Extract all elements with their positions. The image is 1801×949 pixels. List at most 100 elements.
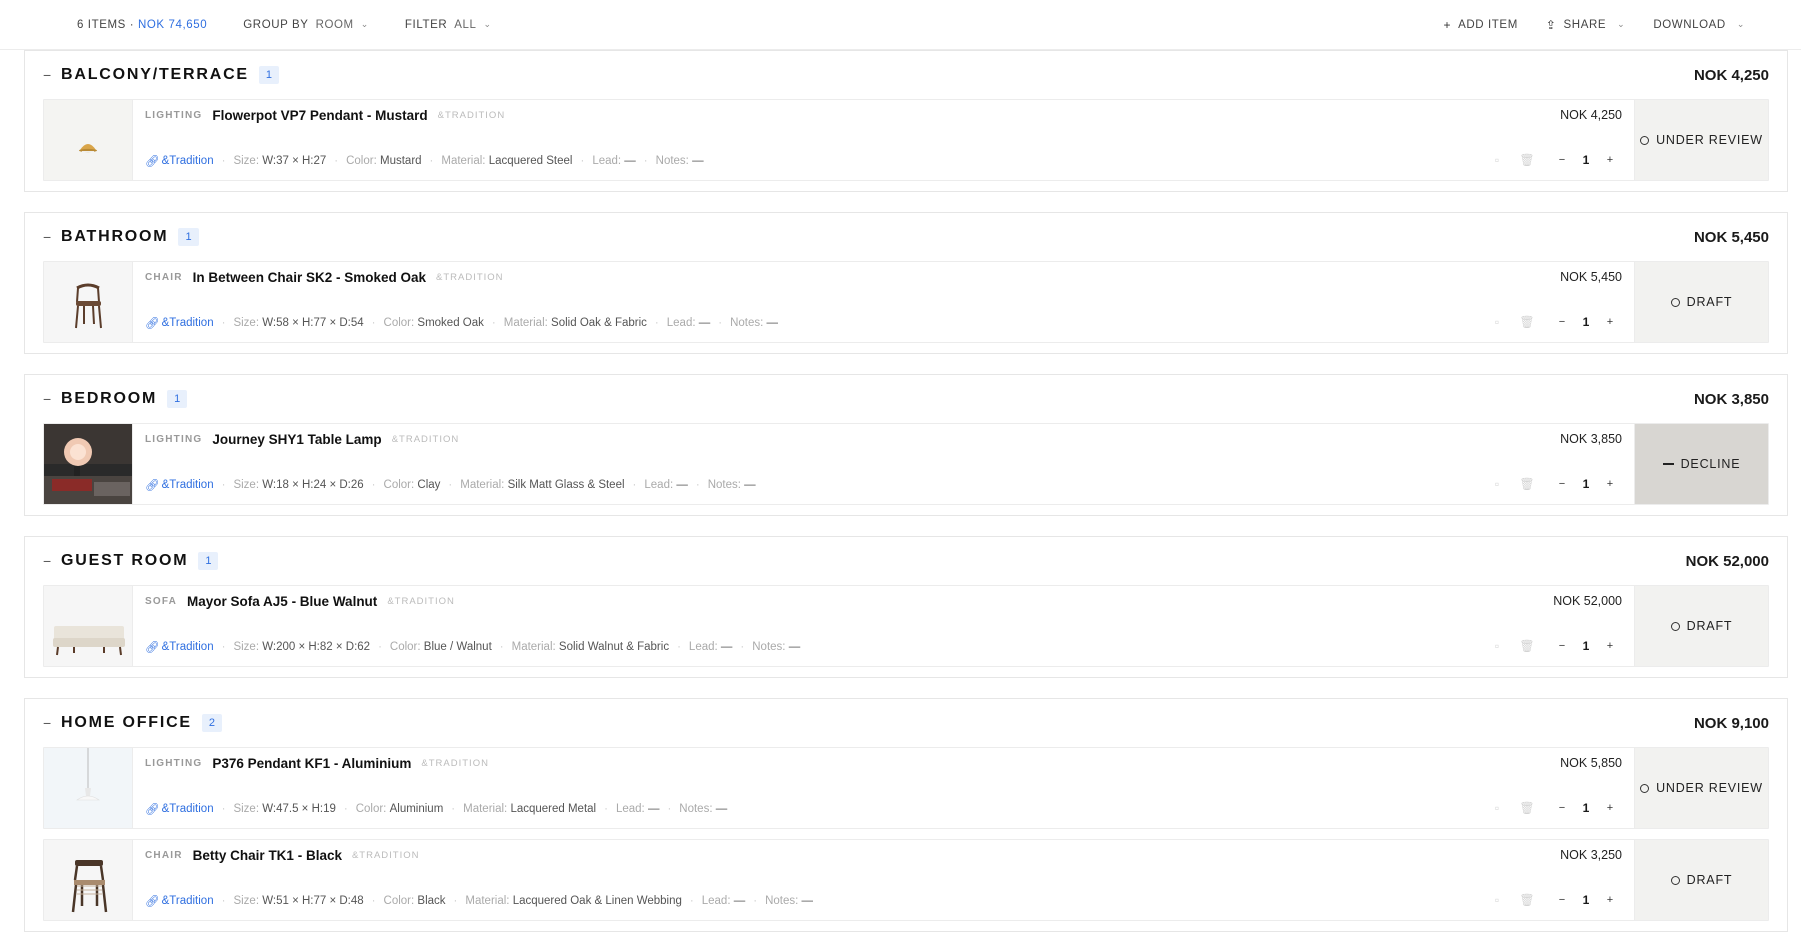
product-thumbnail[interactable] bbox=[44, 840, 133, 920]
brand-link[interactable]: 🔗︎ &Tradition bbox=[145, 316, 214, 330]
brand-link[interactable]: 🔗︎ &Tradition bbox=[145, 894, 214, 908]
decrement-button[interactable]: − bbox=[1550, 796, 1574, 820]
collapse-icon[interactable]: − bbox=[43, 229, 61, 245]
share-button[interactable]: ⇪ SHARE ⌄ bbox=[1546, 18, 1625, 32]
brand-link[interactable]: 🔗︎ &Tradition bbox=[145, 478, 214, 492]
group-by-dropdown[interactable]: GROUP BY ROOM ⌄ bbox=[243, 19, 369, 31]
decrement-button[interactable]: − bbox=[1550, 472, 1574, 496]
image-icon[interactable]: ▫ bbox=[1482, 153, 1512, 167]
room-header[interactable]: − BATHROOM 1 NOK 5,450 bbox=[25, 213, 1787, 261]
room-count-badge: 1 bbox=[258, 66, 280, 84]
brand-link[interactable]: 🔗︎ &Tradition bbox=[145, 802, 214, 816]
room-total: NOK 5,450 bbox=[1693, 228, 1769, 246]
status-button[interactable]: UNDER REVIEW bbox=[1634, 748, 1768, 828]
filter-dropdown[interactable]: FILTER ALL ⌄ bbox=[405, 19, 492, 31]
product-name[interactable]: P376 Pendant KF1 - Aluminium bbox=[212, 756, 411, 771]
increment-button[interactable]: + bbox=[1598, 888, 1622, 912]
chevron-down-icon: ⌄ bbox=[1736, 19, 1745, 29]
trash-icon[interactable]: 🗑︎ bbox=[1512, 801, 1542, 815]
trash-icon[interactable]: 🗑︎ bbox=[1512, 153, 1542, 167]
status-button[interactable]: DECLINE bbox=[1634, 424, 1768, 504]
product-details: 🔗︎ &Tradition · Size: W:18 × H:24 × D:26 … bbox=[145, 478, 756, 492]
product-row[interactable]: LIGHTING Journey SHY1 Table Lamp &TRADIT… bbox=[43, 423, 1769, 505]
decrement-button[interactable]: − bbox=[1550, 888, 1574, 912]
status-button[interactable]: UNDER REVIEW bbox=[1634, 100, 1768, 180]
download-button[interactable]: DOWNLOAD ⌄ bbox=[1653, 19, 1745, 31]
brand-link[interactable]: 🔗︎ &Tradition bbox=[145, 640, 214, 654]
product-name[interactable]: Mayor Sofa AJ5 - Blue Walnut bbox=[187, 594, 377, 609]
product-name[interactable]: Betty Chair TK1 - Black bbox=[193, 848, 342, 863]
decrement-button[interactable]: − bbox=[1550, 310, 1574, 334]
room-section: − HOME OFFICE 2 NOK 9,100 LIGHTING P376 … bbox=[24, 698, 1788, 932]
quantity-stepper[interactable]: − 1 + bbox=[1550, 310, 1622, 334]
product-name[interactable]: In Between Chair SK2 - Smoked Oak bbox=[193, 270, 426, 285]
status-button[interactable]: DRAFT bbox=[1634, 840, 1768, 920]
item-summary: 6 ITEMS · NOK 74,650 bbox=[77, 18, 208, 31]
increment-button[interactable]: + bbox=[1598, 472, 1622, 496]
image-icon[interactable]: ▫ bbox=[1482, 893, 1512, 907]
product-row[interactable]: CHAIR Betty Chair TK1 - Black &TRADITION… bbox=[43, 839, 1769, 921]
room-header[interactable]: − BALCONY/TERRACE 1 NOK 4,250 bbox=[25, 51, 1787, 99]
product-thumbnail[interactable] bbox=[44, 586, 133, 666]
room-header[interactable]: − HOME OFFICE 2 NOK 9,100 bbox=[25, 699, 1787, 747]
room-header[interactable]: − BEDROOM 1 NOK 3,850 bbox=[25, 375, 1787, 423]
increment-button[interactable]: + bbox=[1598, 148, 1622, 172]
dash-icon bbox=[1662, 463, 1674, 465]
room-header[interactable]: − GUEST ROOM 1 NOK 52,000 bbox=[25, 537, 1787, 585]
room-section: − BALCONY/TERRACE 1 NOK 4,250 LIGHTING F… bbox=[24, 50, 1788, 192]
product-row[interactable]: LIGHTING P376 Pendant KF1 - Aluminium &T… bbox=[43, 747, 1769, 829]
product-thumbnail[interactable] bbox=[44, 424, 133, 504]
brand-link[interactable]: 🔗︎ &Tradition bbox=[145, 154, 214, 168]
decrement-button[interactable]: − bbox=[1550, 148, 1574, 172]
collapse-icon[interactable]: − bbox=[43, 553, 61, 569]
trash-icon[interactable]: 🗑︎ bbox=[1512, 893, 1542, 907]
status-button[interactable]: DRAFT bbox=[1634, 586, 1768, 666]
share-icon: ⇪ bbox=[1545, 17, 1557, 32]
trash-icon[interactable]: 🗑︎ bbox=[1512, 315, 1542, 329]
product-price: NOK 5,450 bbox=[1560, 270, 1622, 284]
room-count-badge: 1 bbox=[167, 390, 188, 408]
plus-icon: + bbox=[1443, 17, 1452, 32]
quantity-stepper[interactable]: − 1 + bbox=[1550, 472, 1622, 496]
collapse-icon[interactable]: − bbox=[43, 715, 61, 731]
product-details: 🔗︎ &Tradition · Size: W:47.5 × H:19 · Col… bbox=[145, 802, 728, 816]
product-name[interactable]: Journey SHY1 Table Lamp bbox=[212, 432, 381, 447]
product-name[interactable]: Flowerpot VP7 Pendant - Mustard bbox=[212, 108, 427, 123]
room-total: NOK 3,850 bbox=[1693, 390, 1769, 408]
collapse-icon[interactable]: − bbox=[43, 67, 61, 83]
product-price: NOK 3,250 bbox=[1560, 848, 1622, 862]
product-row[interactable]: CHAIR In Between Chair SK2 - Smoked Oak … bbox=[43, 261, 1769, 343]
brand-tag: &TRADITION bbox=[437, 110, 506, 121]
quantity-stepper[interactable]: − 1 + bbox=[1550, 888, 1622, 912]
product-thumbnail[interactable] bbox=[44, 262, 133, 342]
product-details: 🔗︎ &Tradition · Size: W:51 × H:77 × D:48 … bbox=[145, 894, 814, 908]
add-item-button[interactable]: + ADD ITEM bbox=[1444, 18, 1518, 32]
quantity-value: 1 bbox=[1582, 801, 1590, 815]
product-row[interactable]: LIGHTING Flowerpot VP7 Pendant - Mustard… bbox=[43, 99, 1769, 181]
product-thumbnail[interactable] bbox=[44, 748, 133, 828]
quantity-value: 1 bbox=[1582, 477, 1590, 491]
quantity-stepper[interactable]: − 1 + bbox=[1550, 634, 1622, 658]
quantity-value: 1 bbox=[1582, 893, 1590, 907]
quantity-stepper[interactable]: − 1 + bbox=[1550, 796, 1622, 820]
toolbar: 6 ITEMS · NOK 74,650 GROUP BY ROOM ⌄ FILTE… bbox=[0, 0, 1801, 50]
image-icon[interactable]: ▫ bbox=[1482, 315, 1512, 329]
room-count-badge: 1 bbox=[198, 552, 219, 570]
image-icon[interactable]: ▫ bbox=[1482, 639, 1512, 653]
product-row[interactable]: SOFA Mayor Sofa AJ5 - Blue Walnut &TRADI… bbox=[43, 585, 1769, 667]
trash-icon[interactable]: 🗑︎ bbox=[1512, 477, 1542, 491]
image-icon[interactable]: ▫ bbox=[1482, 477, 1512, 491]
product-thumbnail[interactable] bbox=[44, 100, 133, 180]
increment-button[interactable]: + bbox=[1598, 796, 1622, 820]
status-button[interactable]: DRAFT bbox=[1634, 262, 1768, 342]
brand-tag: &TRADITION bbox=[436, 272, 504, 283]
increment-button[interactable]: + bbox=[1598, 634, 1622, 658]
image-icon[interactable]: ▫ bbox=[1482, 801, 1512, 815]
decrement-button[interactable]: − bbox=[1550, 634, 1574, 658]
trash-icon[interactable]: 🗑︎ bbox=[1512, 639, 1542, 653]
increment-button[interactable]: + bbox=[1598, 310, 1622, 334]
room-section: − GUEST ROOM 1 NOK 52,000 SOFA Mayor Sof… bbox=[24, 536, 1788, 678]
quantity-stepper[interactable]: − 1 + bbox=[1550, 148, 1622, 172]
circle-icon bbox=[1670, 621, 1680, 631]
collapse-icon[interactable]: − bbox=[43, 391, 61, 407]
